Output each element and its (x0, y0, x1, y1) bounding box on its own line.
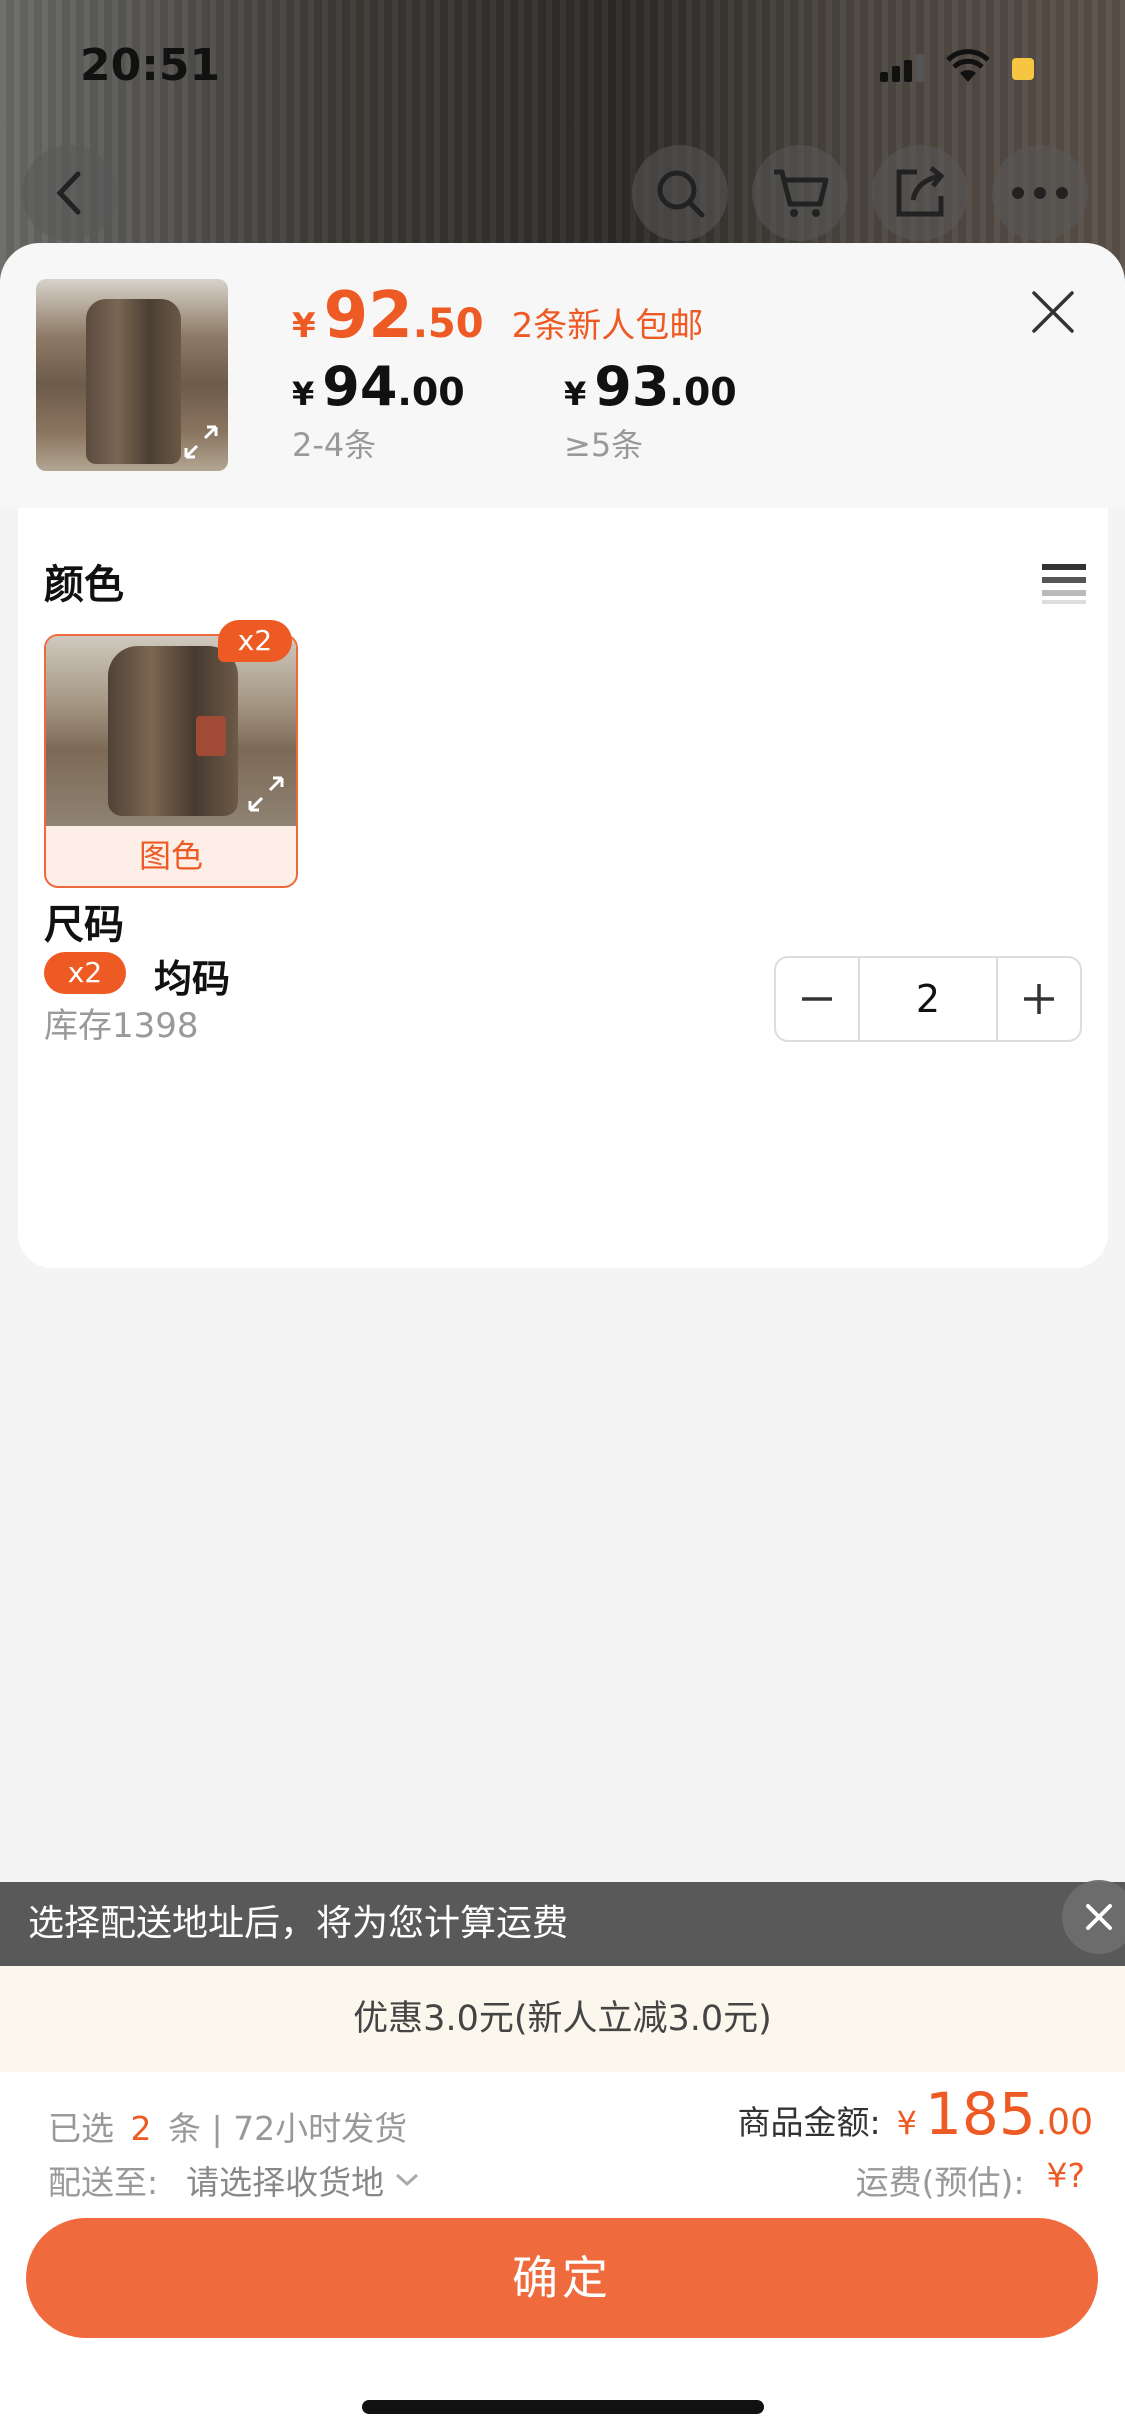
amount-label: 商品金额: (737, 2103, 881, 2142)
tier-range: 2-4条 (292, 426, 377, 464)
minus-icon (802, 997, 832, 1001)
close-icon (1086, 1904, 1112, 1930)
price-decimal: .50 (412, 301, 484, 347)
confirm-button[interactable]: 确定 (26, 2218, 1098, 2338)
cellular-signal-icon (880, 54, 924, 82)
back-button[interactable] (22, 145, 118, 241)
currency-symbol: ¥ (564, 375, 587, 413)
tier-price-integer: 94 (322, 355, 398, 418)
order-footer: 已选 2 条 | 72小时发货 配送至: 请选择收货地 商品金额: ¥ 185 … (0, 2072, 1125, 2436)
freight-label: 运费(预估): (855, 2163, 1025, 2202)
list-view-icon[interactable] (1042, 560, 1086, 604)
increase-button[interactable] (998, 958, 1080, 1040)
more-dots-icon (1012, 187, 1068, 199)
home-indicator (362, 2400, 764, 2414)
more-button[interactable] (992, 145, 1088, 241)
chevron-left-icon (56, 171, 81, 215)
product-thumbnail[interactable] (36, 279, 228, 471)
quantity-value[interactable]: 2 (858, 958, 998, 1040)
decrease-button[interactable] (776, 958, 858, 1040)
product-image (86, 299, 181, 464)
price-tier-2: ¥ 93 .00 ≥5条 (564, 355, 737, 466)
selection-summary: 已选 2 条 | 72小时发货 (48, 2102, 407, 2150)
tier-price-decimal: .00 (669, 370, 737, 414)
amount-decimal: .00 (1035, 2102, 1093, 2143)
currency-symbol: ¥ (292, 306, 316, 346)
expand-icon[interactable] (246, 774, 286, 814)
color-quantity-badge: x2 (218, 620, 292, 662)
cart-icon (774, 169, 829, 217)
expand-icon (184, 425, 218, 459)
selected-suffix: 条 | 72小时发货 (168, 2109, 408, 2148)
color-section-title: 颜色 (44, 562, 124, 608)
sheet-header: ¥ 92 .50 2条新人包邮 ¥ 94 .00 2-4条 ¥ 93 .00 ≥… (0, 243, 1125, 508)
discount-banner: 优惠3.0元(新人立减3.0元) (0, 1966, 1125, 2072)
quantity-stepper: 2 (774, 956, 1082, 1042)
amount-integer: 185 (925, 2080, 1036, 2148)
status-bar: 20:51 (0, 0, 1125, 140)
goods-amount: 商品金额: ¥ 185 .00 (738, 2080, 1093, 2148)
stock-count: 库存1398 (44, 1006, 199, 1046)
status-time: 20:51 (80, 40, 221, 91)
battery-icon (1012, 58, 1034, 80)
promo-tag: 2条新人包邮 (511, 306, 704, 346)
size-quantity-badge: x2 (44, 952, 126, 994)
deliver-value: 请选择收货地 (186, 2163, 385, 2202)
color-option[interactable]: 图色 (44, 634, 298, 888)
share-button[interactable] (872, 145, 968, 241)
plus-icon (1024, 984, 1054, 1014)
price-tier-1: ¥ 94 .00 2-4条 (292, 355, 465, 466)
size-name: 均码 (154, 957, 231, 1001)
tier-price-decimal: .00 (397, 370, 465, 414)
size-section-title: 尺码 (44, 902, 124, 948)
chevron-down-icon (396, 2173, 419, 2187)
selected-prefix: 已选 (48, 2109, 114, 2148)
search-button[interactable] (632, 145, 728, 241)
deliver-label: 配送至: (48, 2163, 159, 2202)
shipping-tip-banner: 选择配送地址后，将为您计算运费 (0, 1882, 1125, 1966)
color-option-label: 图色 (138, 837, 203, 875)
tier-range: ≥5条 (564, 426, 644, 464)
currency-symbol: ¥ (896, 2104, 918, 2142)
currency-symbol: ¥ (292, 375, 315, 413)
main-price: ¥ 92 .50 2条新人包邮 (292, 279, 703, 353)
share-icon (896, 166, 945, 217)
freight-value: ¥? (1046, 2156, 1085, 2195)
color-option-image (46, 636, 296, 826)
search-icon (657, 170, 705, 218)
sku-options-card: 颜色 图色 x2 尺码 x2 均码 库存1398 2 (18, 508, 1108, 1268)
close-icon[interactable] (1030, 289, 1076, 335)
selected-count: 2 (130, 2109, 152, 2148)
delivery-address-selector[interactable]: 配送至: 请选择收货地 (48, 2156, 420, 2204)
tier-price-integer: 93 (594, 355, 670, 418)
wifi-icon (946, 49, 990, 82)
freight-estimate: 运费(预估): ¥? (856, 2156, 1085, 2204)
price-integer: 92 (323, 279, 413, 353)
cart-button[interactable] (752, 145, 848, 241)
